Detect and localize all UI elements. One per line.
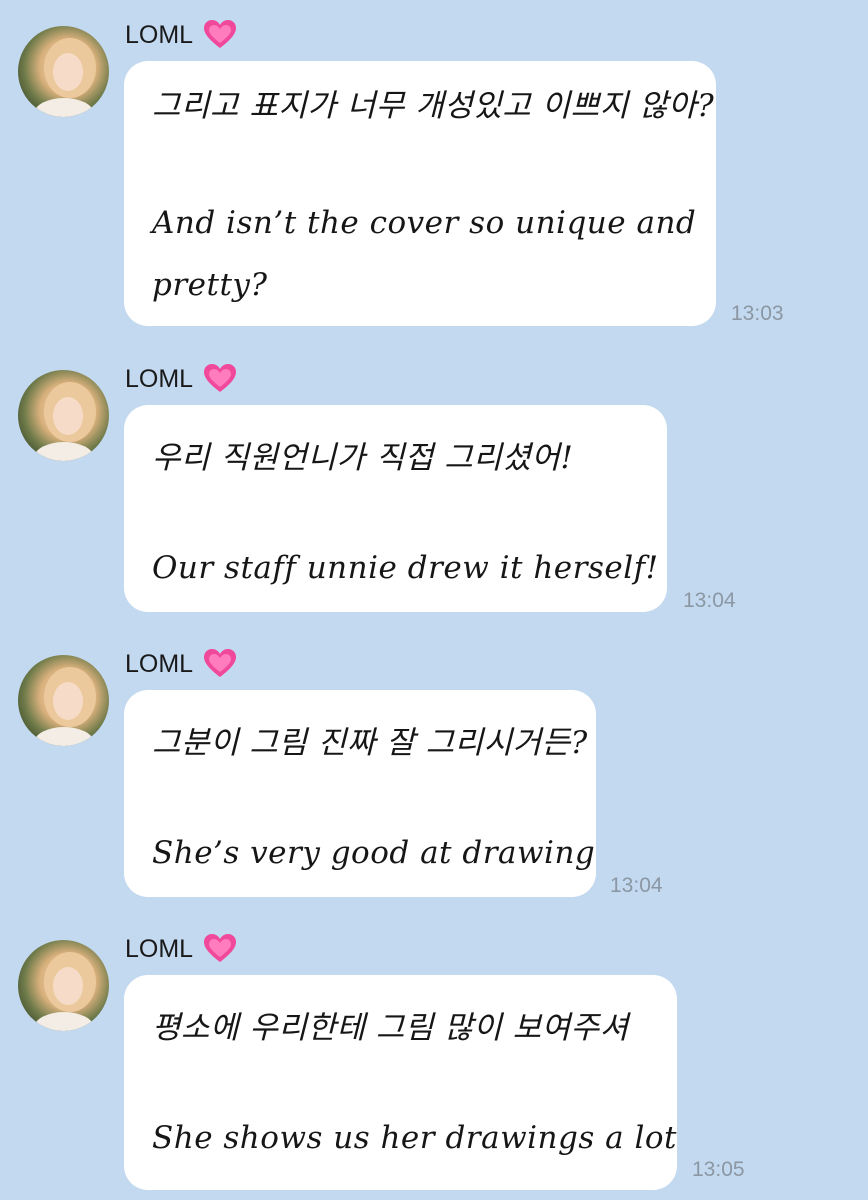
timestamp: 13:05 <box>692 1158 745 1181</box>
avatar-photo <box>34 667 96 746</box>
message-text-english-continued: pretty? <box>152 267 268 303</box>
avatar[interactable] <box>18 26 109 117</box>
pink-heart-icon <box>204 364 237 392</box>
avatar-photo <box>34 382 96 461</box>
avatar[interactable] <box>18 655 109 746</box>
sender-name: LOML <box>125 20 194 49</box>
avatar[interactable] <box>18 940 109 1031</box>
message-text-korean: 그리고 표지가 너무 개성있고 이쁘지 않아? <box>152 88 715 124</box>
message-text-korean: 우리 직원언니가 직접 그리셨어! <box>152 440 574 476</box>
message-bubble[interactable]: 그분이 그림 진짜 잘 그리시거든? She’s very good at dr… <box>124 690 596 897</box>
avatar-photo <box>34 952 96 1031</box>
sender-name-row: LOML <box>125 364 237 394</box>
message-text-korean: 평소에 우리한테 그림 많이 보여주셔 <box>152 1010 629 1046</box>
message-text-korean: 그분이 그림 진짜 잘 그리시거든? <box>152 725 588 761</box>
message-text-english: She shows us her drawings a lot <box>152 1120 677 1156</box>
pink-heart-icon <box>204 20 237 48</box>
message-bubble[interactable]: 평소에 우리한테 그림 많이 보여주셔 She shows us her dra… <box>124 975 677 1190</box>
message-bubble[interactable]: 그리고 표지가 너무 개성있고 이쁘지 않아? And isn’t the co… <box>124 61 716 326</box>
message-text-english: She’s very good at drawing <box>152 835 596 871</box>
sender-name: LOML <box>125 364 194 393</box>
sender-name-row: LOML <box>125 649 237 679</box>
message-text-english: And isn’t the cover so unique and <box>152 205 697 241</box>
sender-name-row: LOML <box>125 934 237 964</box>
message-text-english: Our staff unnie drew it herself! <box>152 550 659 586</box>
timestamp: 13:04 <box>610 874 663 897</box>
sender-name: LOML <box>125 934 194 963</box>
timestamp: 13:04 <box>683 589 736 612</box>
message-bubble[interactable]: 우리 직원언니가 직접 그리셨어! Our staff unnie drew i… <box>124 405 667 612</box>
pink-heart-icon <box>204 934 237 962</box>
sender-name-row: LOML <box>125 20 237 50</box>
avatar[interactable] <box>18 370 109 461</box>
pink-heart-icon <box>204 649 237 677</box>
sender-name: LOML <box>125 649 194 678</box>
timestamp: 13:03 <box>731 302 784 325</box>
avatar-photo <box>34 38 96 117</box>
